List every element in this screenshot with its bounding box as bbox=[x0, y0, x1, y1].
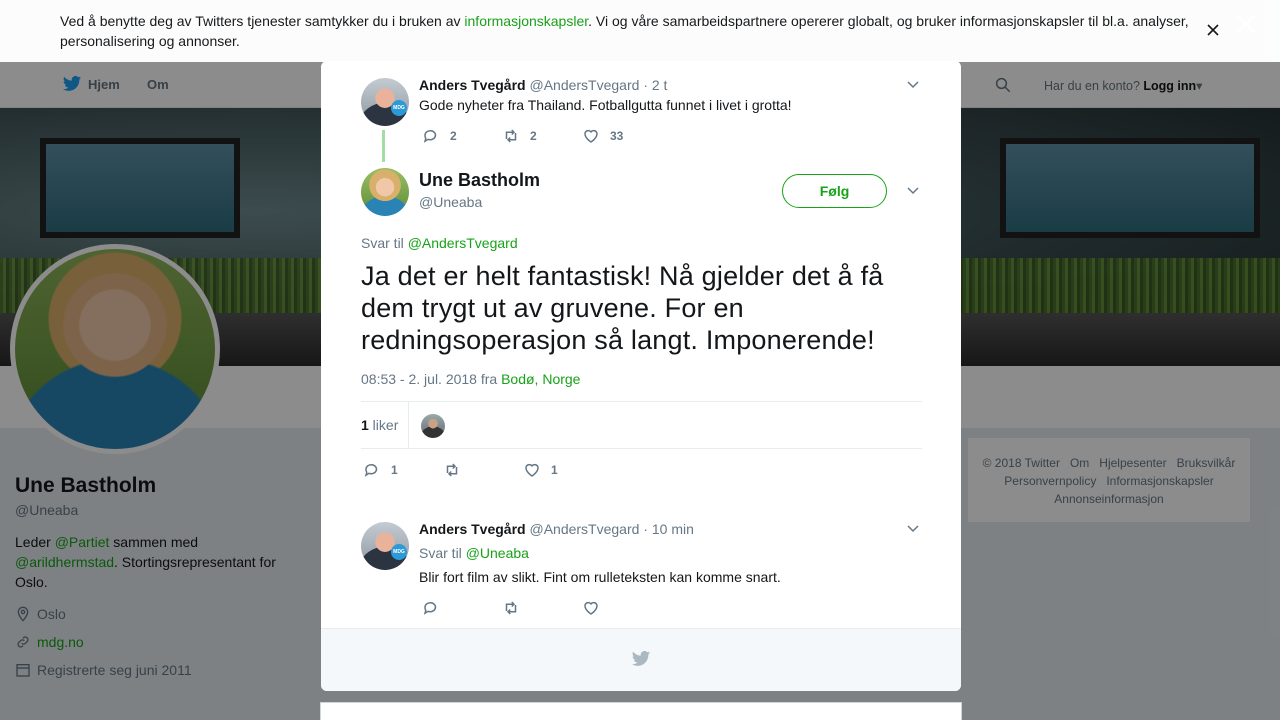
retweet-icon bbox=[505, 129, 517, 143]
reply-to: Svar til @AndersTvegard bbox=[361, 235, 518, 251]
follow-button[interactable]: Følg bbox=[782, 174, 887, 208]
chevron-down-icon[interactable] bbox=[905, 521, 921, 537]
divider bbox=[408, 402, 409, 449]
tweet-stats: 1 liker bbox=[361, 401, 922, 449]
like-count: 1 bbox=[551, 463, 558, 477]
tweet-actions bbox=[422, 599, 662, 617]
likes-stat-count: 1 bbox=[361, 417, 369, 433]
retweet-icon bbox=[505, 601, 517, 615]
like-button[interactable] bbox=[582, 599, 662, 617]
avatar[interactable] bbox=[361, 522, 409, 570]
cookie-text: Ved å benytte deg av Twitters tjenester … bbox=[60, 11, 1200, 51]
reply-button[interactable] bbox=[422, 599, 502, 617]
heart-icon bbox=[584, 129, 598, 143]
likes-stat[interactable]: 1 liker bbox=[361, 417, 398, 433]
retweet-button[interactable]: 2 bbox=[502, 127, 582, 145]
retweet-count: 2 bbox=[530, 129, 537, 143]
like-button[interactable]: 33 bbox=[582, 127, 662, 145]
reply-icon bbox=[423, 602, 437, 615]
author-name[interactable]: Anders Tvegård bbox=[419, 77, 526, 93]
reply-to-mention[interactable]: @Uneaba bbox=[466, 545, 529, 561]
twitter-bird-icon bbox=[631, 651, 651, 666]
tweet-text: Gode nyheter fra Thailand. Fotballgutta … bbox=[419, 97, 792, 113]
timestamp-text: 08:53 - 2. jul. 2018 fra bbox=[361, 371, 502, 387]
author-handle[interactable]: @AndersTvegard bbox=[529, 77, 639, 93]
heart-icon bbox=[584, 601, 598, 615]
author-name[interactable]: Une Bastholm bbox=[419, 170, 540, 191]
reply-count: 2 bbox=[450, 129, 457, 143]
tweet-actions: 1 1 bbox=[363, 461, 603, 479]
cookie-link[interactable]: informasjonskapsler bbox=[464, 13, 588, 29]
heart-icon bbox=[525, 463, 539, 477]
cookie-banner: Ved å benytte deg av Twitters tjenester … bbox=[0, 0, 1280, 62]
liker-avatar[interactable] bbox=[421, 414, 445, 438]
retweet-icon bbox=[446, 463, 458, 477]
like-count: 33 bbox=[610, 129, 624, 143]
reply-icon bbox=[364, 464, 378, 477]
author-handle[interactable]: @Uneaba bbox=[419, 194, 482, 210]
chevron-down-icon[interactable] bbox=[905, 183, 921, 199]
tweet-time[interactable]: · 10 min bbox=[643, 521, 694, 537]
avatar[interactable] bbox=[361, 78, 409, 126]
reply-button[interactable]: 1 bbox=[363, 461, 443, 479]
tweet-actions: 2 2 33 bbox=[422, 127, 662, 145]
background-card bbox=[320, 702, 962, 720]
reply-to-mention[interactable]: @AndersTvegard bbox=[408, 235, 518, 251]
retweet-button[interactable] bbox=[502, 599, 582, 617]
likes-stat-label: liker bbox=[368, 417, 399, 433]
cookie-text-before: Ved å benytte deg av Twitters tjenester … bbox=[60, 13, 465, 29]
tweet-text: Ja det er helt fantastisk! Nå gjelder de… bbox=[361, 261, 884, 355]
tweet-timestamp: 08:53 - 2. jul. 2018 fra Bodø, Norge bbox=[361, 371, 580, 387]
like-button[interactable]: 1 bbox=[523, 461, 603, 479]
reply-icon bbox=[423, 130, 437, 143]
reply-to-label: Svar til bbox=[419, 545, 466, 561]
tweet-text: Blir fort film av slikt. Fint om rullete… bbox=[419, 569, 781, 585]
chevron-down-icon[interactable] bbox=[905, 77, 921, 93]
reply-to-label: Svar til bbox=[361, 235, 408, 251]
tweet-header: Anders Tvegård @AndersTvegard · 10 min bbox=[419, 521, 694, 537]
author-handle[interactable]: @AndersTvegard bbox=[529, 521, 639, 537]
reply-button[interactable]: 2 bbox=[422, 127, 502, 145]
close-icon[interactable] bbox=[1234, 12, 1258, 36]
tweet-location[interactable]: Bodø, Norge bbox=[501, 371, 580, 387]
author-name[interactable]: Anders Tvegård bbox=[419, 521, 526, 537]
thread-connector bbox=[382, 130, 385, 162]
modal-footer bbox=[321, 628, 961, 691]
reply-to: Svar til @Uneaba bbox=[419, 545, 529, 561]
retweet-button[interactable] bbox=[443, 461, 523, 479]
avatar[interactable] bbox=[361, 168, 409, 216]
tweet-header: Anders Tvegård @AndersTvegard · 2 t bbox=[419, 77, 667, 93]
reply-count: 1 bbox=[391, 463, 398, 477]
tweet-time[interactable]: · 2 t bbox=[643, 77, 667, 93]
close-icon[interactable] bbox=[1205, 22, 1221, 38]
